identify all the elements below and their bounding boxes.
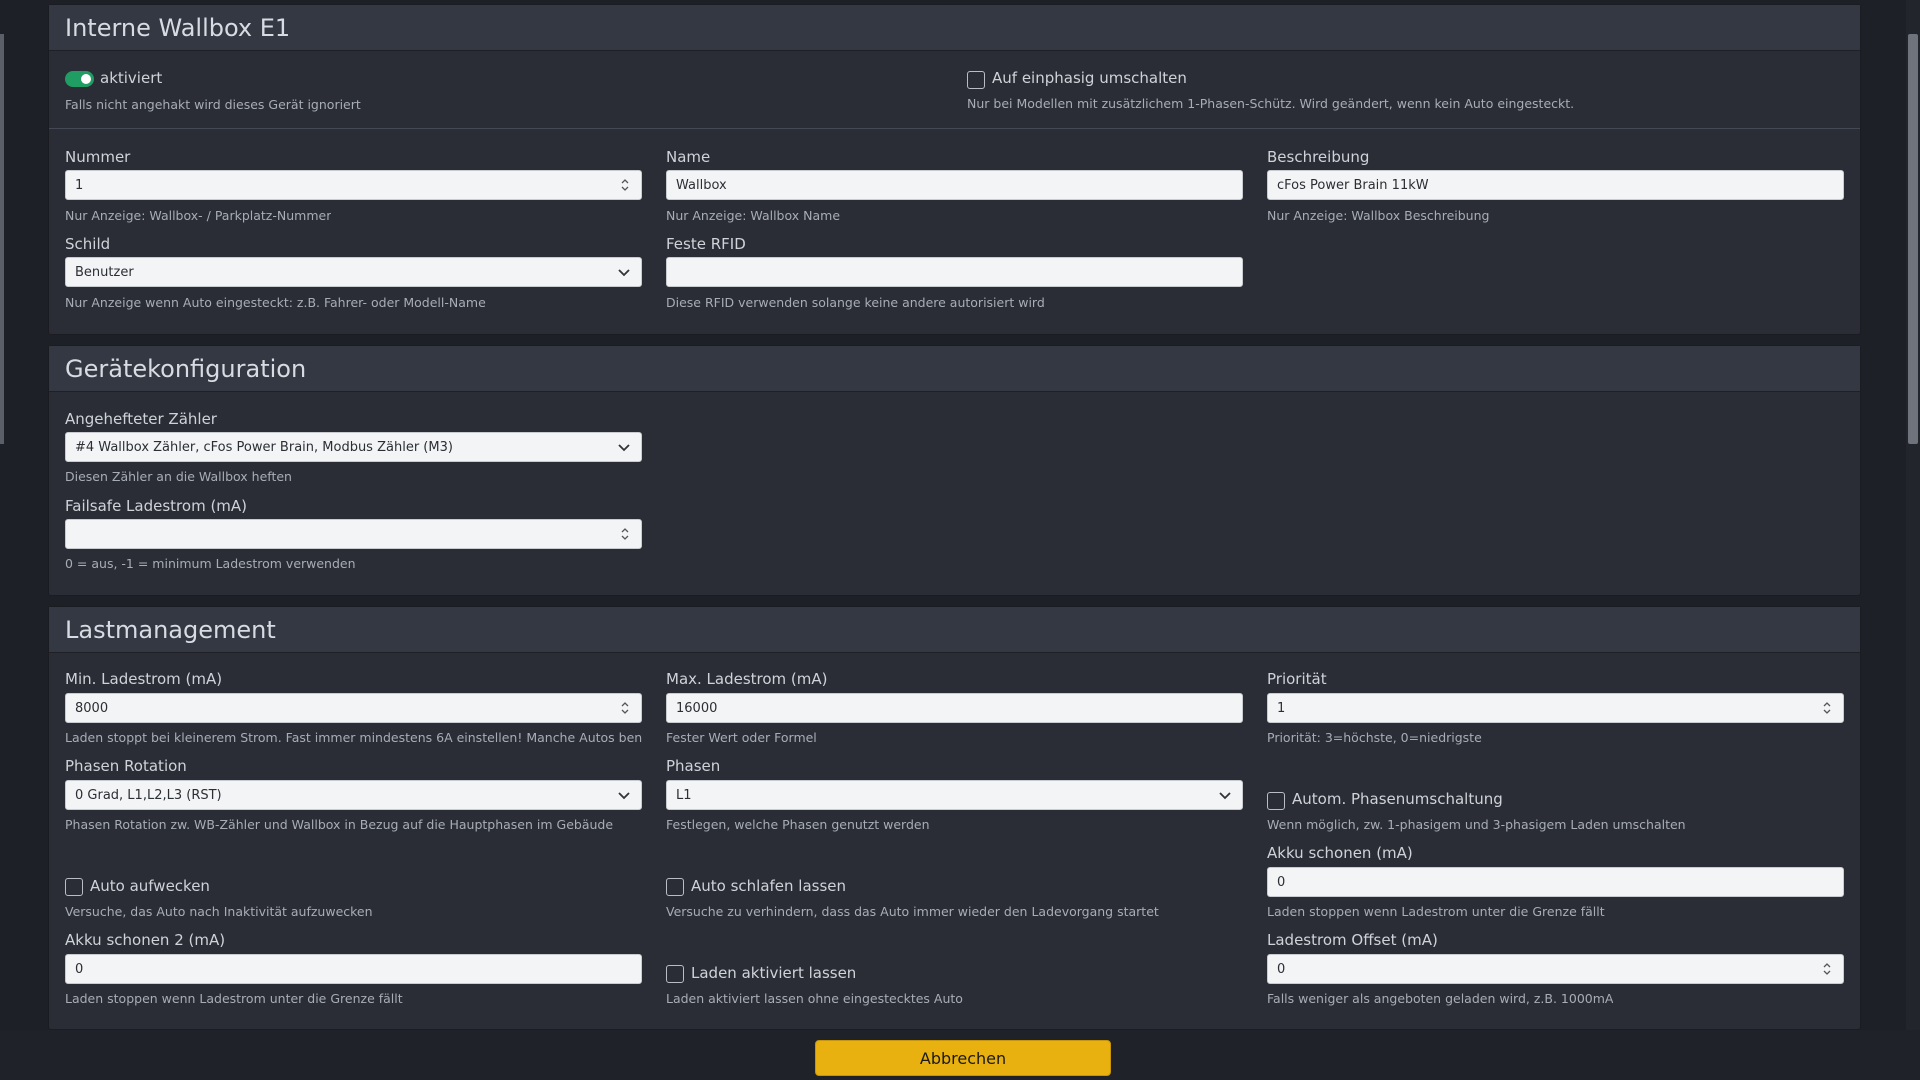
wallbox-card-title: Interne Wallbox E1 [65, 13, 291, 42]
spinner-icon[interactable] [1822, 961, 1832, 977]
priority-input[interactable]: 1 [1267, 693, 1844, 723]
meter-label: Angehefteter Zähler [65, 410, 217, 428]
activated-toggle[interactable] [65, 71, 94, 87]
single-phase-checkbox[interactable] [967, 71, 985, 89]
load-management-card: Lastmanagement Min. Ladestrom (mA) 8000 … [48, 606, 1861, 1030]
spinner-icon[interactable] [1822, 700, 1832, 716]
number-help: Nur Anzeige: Wallbox- / Parkplatz-Nummer [65, 208, 332, 223]
spinner-icon[interactable] [620, 177, 630, 193]
battery-save-label: Akku schonen (mA) [1267, 844, 1413, 862]
load-management-title: Lastmanagement [65, 615, 276, 644]
device-config-card: Gerätekonfiguration Angehefteter Zähler … [48, 345, 1861, 596]
battery-save2-label: Akku schonen 2 (mA) [65, 931, 226, 949]
min-current-value: 8000 [75, 700, 109, 716]
name-value: Wallbox [676, 177, 727, 193]
load-management-header: Lastmanagement [49, 607, 1860, 653]
chevron-down-icon [1219, 792, 1231, 800]
battery-save2-value: 0 [75, 961, 84, 977]
phase-rotation-label: Phasen Rotation [65, 757, 187, 775]
sign-value: Benutzer [75, 264, 134, 280]
number-value: 1 [75, 177, 84, 193]
name-help: Nur Anzeige: Wallbox Name [666, 208, 841, 223]
meter-value: #4 Wallbox Zähler, cFos Power Brain, Mod… [75, 439, 453, 455]
wallbox-card: Interne Wallbox E1 aktiviert Falls nicht… [48, 4, 1861, 335]
name-label: Name [666, 148, 711, 166]
min-current-label: Min. Ladestrom (mA) [65, 670, 223, 688]
phase-rotation-select[interactable]: 0 Grad, L1,L2,L3 (RST) [65, 780, 642, 810]
min-current-input[interactable]: 8000 [65, 693, 642, 723]
wallbox-card-header: Interne Wallbox E1 [49, 5, 1860, 51]
wake-car-checkbox[interactable] [65, 878, 83, 896]
battery-save2-help: Laden stoppen wenn Ladestrom unter die G… [65, 991, 403, 1006]
max-current-value: 16000 [676, 700, 718, 716]
let-sleep-help: Versuche zu verhindern, dass das Auto im… [666, 904, 1159, 919]
phases-label: Phasen [666, 757, 721, 775]
failsafe-input[interactable] [65, 519, 642, 549]
device-config-header: Gerätekonfiguration [49, 346, 1860, 392]
chevron-down-icon [618, 269, 630, 277]
keep-enabled-help: Laden aktiviert lassen ohne eingesteckte… [666, 991, 963, 1006]
battery-save-value: 0 [1277, 874, 1286, 890]
auto-phase-checkbox[interactable] [1267, 792, 1285, 810]
name-input[interactable]: Wallbox [666, 170, 1243, 200]
single-phase-label: Auf einphasig umschalten [992, 69, 1187, 87]
section-divider [49, 128, 1860, 129]
priority-help: Priorität: 3=höchste, 0=niedrigste [1267, 730, 1482, 745]
current-offset-value: 0 [1277, 961, 1286, 977]
let-sleep-checkbox[interactable] [666, 878, 684, 896]
number-input[interactable]: 1 [65, 170, 642, 200]
description-help: Nur Anzeige: Wallbox Beschreibung [1267, 208, 1490, 223]
battery-save-help: Laden stoppen wenn Ladestrom unter die G… [1267, 904, 1605, 919]
meter-help: Diesen Zähler an die Wallbox heften [65, 469, 292, 484]
failsafe-label: Failsafe Ladestrom (mA) [65, 497, 248, 515]
max-current-label: Max. Ladestrom (mA) [666, 670, 828, 688]
description-value: cFos Power Brain 11kW [1277, 177, 1429, 193]
description-label: Beschreibung [1267, 148, 1370, 166]
current-offset-label: Ladestrom Offset (mA) [1267, 931, 1438, 949]
chevron-down-icon [618, 444, 630, 452]
current-offset-input[interactable]: 0 [1267, 954, 1844, 984]
auto-phase-label: Autom. Phasenumschaltung [1292, 790, 1503, 808]
priority-label: Priorität [1267, 670, 1327, 688]
phases-help: Festlegen, welche Phasen genutzt werden [666, 817, 930, 832]
keep-enabled-checkbox[interactable] [666, 965, 684, 983]
max-current-input[interactable]: 16000 [666, 693, 1243, 723]
scrollbar-thumb[interactable] [1908, 34, 1918, 444]
min-current-help: Laden stoppt bei kleinerem Strom. Fast i… [65, 730, 642, 745]
activated-label: aktiviert [100, 69, 163, 87]
rfid-label: Feste RFID [666, 235, 746, 253]
single-phase-help: Nur bei Modellen mit zusätzlichem 1-Phas… [967, 96, 1575, 111]
wake-car-help: Versuche, das Auto nach Inaktivität aufz… [65, 904, 373, 919]
auto-phase-help: Wenn möglich, zw. 1-phasigem und 3-phasi… [1267, 817, 1686, 832]
phase-rotation-value: 0 Grad, L1,L2,L3 (RST) [75, 787, 222, 803]
keep-enabled-label: Laden aktiviert lassen [691, 964, 857, 982]
phases-select[interactable]: L1 [666, 780, 1243, 810]
battery-save2-input[interactable]: 0 [65, 954, 642, 984]
chevron-down-icon [618, 792, 630, 800]
battery-save-input[interactable]: 0 [1267, 867, 1844, 897]
phase-rotation-help: Phasen Rotation zw. WB-Zähler und Wallbo… [65, 817, 614, 832]
spinner-icon[interactable] [620, 526, 630, 542]
rfid-input[interactable] [666, 257, 1243, 287]
cancel-button[interactable]: Abbrechen [815, 1040, 1111, 1076]
failsafe-help: 0 = aus, -1 = minimum Ladestrom verwende… [65, 556, 356, 571]
max-current-help: Fester Wert oder Formel [666, 730, 817, 745]
current-offset-help: Falls weniger als angeboten geladen wird… [1267, 991, 1614, 1006]
wake-car-label: Auto aufwecken [90, 877, 210, 895]
sign-help: Nur Anzeige wenn Auto eingesteckt: z.B. … [65, 295, 486, 310]
sign-label: Schild [65, 235, 111, 253]
left-edge-strip [0, 34, 4, 444]
rfid-help: Diese RFID verwenden solange keine ander… [666, 295, 1045, 310]
sign-select[interactable]: Benutzer [65, 257, 642, 287]
activated-help: Falls nicht angehakt wird dieses Gerät i… [65, 97, 361, 112]
spinner-icon[interactable] [620, 700, 630, 716]
scrollbar[interactable] [1906, 0, 1920, 1030]
priority-value: 1 [1277, 700, 1286, 716]
meter-select[interactable]: #4 Wallbox Zähler, cFos Power Brain, Mod… [65, 432, 642, 462]
description-input[interactable]: cFos Power Brain 11kW [1267, 170, 1844, 200]
device-config-title: Gerätekonfiguration [65, 354, 307, 383]
number-label: Nummer [65, 148, 131, 166]
phases-value: L1 [676, 787, 692, 803]
let-sleep-label: Auto schlafen lassen [691, 877, 847, 895]
